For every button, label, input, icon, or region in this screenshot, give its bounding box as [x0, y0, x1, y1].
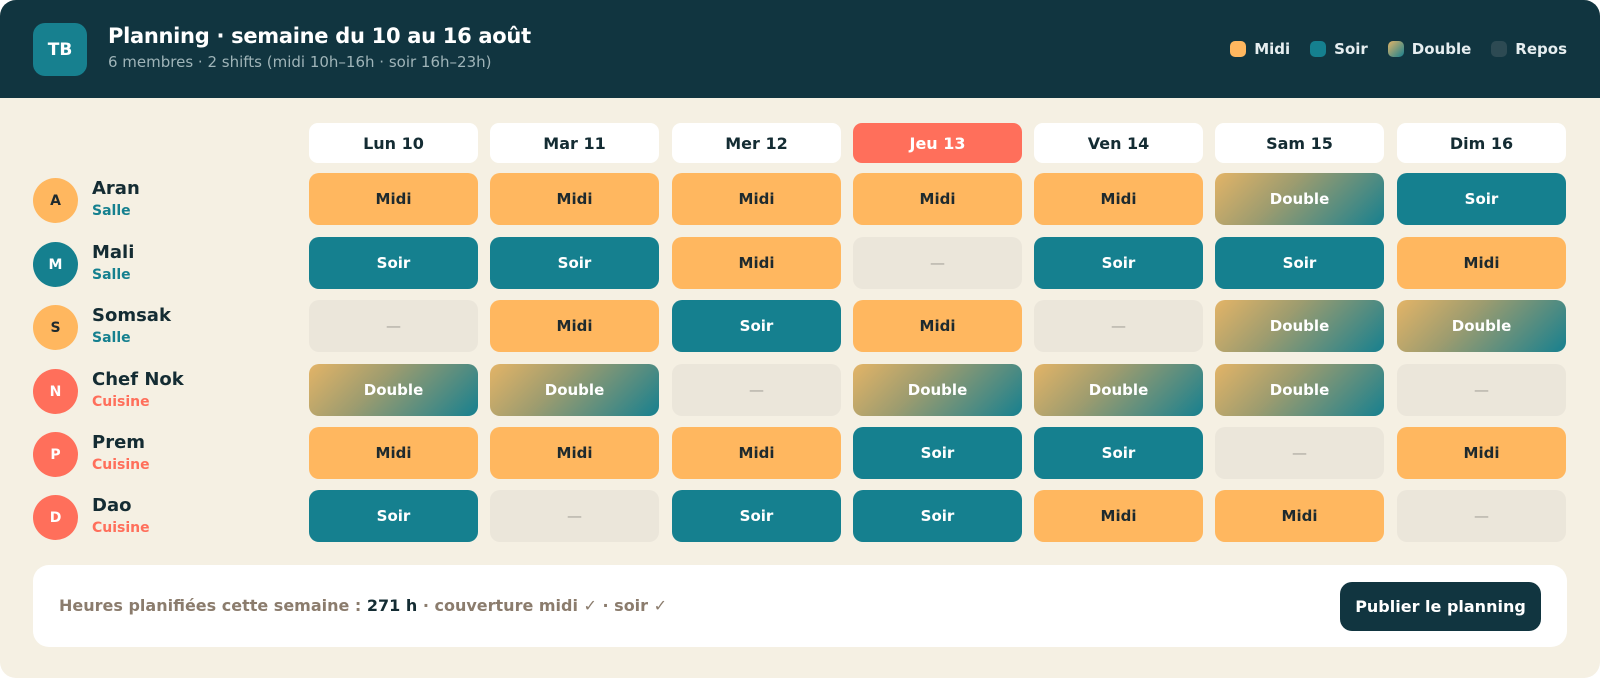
member-role: Salle	[92, 267, 131, 283]
page-title: Planning · semaine du 10 au 16 août	[108, 24, 531, 48]
shift-cell-soir[interactable]: Soir	[1397, 173, 1566, 225]
shift-cell-repos[interactable]: —	[1034, 300, 1203, 352]
shift-cell-double[interactable]: Double	[853, 364, 1022, 416]
coverage-summary: · couverture midi ✓ · soir ✓	[417, 596, 668, 615]
shift-cell-midi[interactable]: Midi	[490, 173, 659, 225]
legend-label-double: Double	[1411, 40, 1472, 58]
shift-cell-double[interactable]: Double	[1215, 173, 1384, 225]
member-role: Cuisine	[92, 394, 150, 410]
shift-cell-midi[interactable]: Midi	[672, 427, 841, 479]
legend-swatch-midi	[1230, 41, 1247, 57]
shift-cell-soir[interactable]: Soir	[672, 300, 841, 352]
shift-cell-midi[interactable]: Midi	[1215, 490, 1384, 542]
shift-cell-soir[interactable]: Soir	[309, 237, 478, 289]
member-role: Salle	[92, 203, 131, 219]
shift-cell-soir[interactable]: Soir	[853, 490, 1022, 542]
page-subtitle: 6 membres · 2 shifts (midi 10h–16h · soi…	[108, 53, 492, 71]
shift-cell-double[interactable]: Double	[1034, 364, 1203, 416]
member-row: D Dao Cuisine	[33, 491, 293, 543]
shift-cell-repos[interactable]: —	[309, 300, 478, 352]
shift-cell-repos[interactable]: —	[672, 364, 841, 416]
hours-total: 271 h	[366, 596, 418, 615]
legend-item-repos: Repos	[1491, 40, 1567, 58]
avatar: S	[33, 305, 78, 350]
member-name: Chef Nok	[92, 369, 184, 390]
shift-cell-soir[interactable]: Soir	[853, 427, 1022, 479]
team-logo: TB	[33, 23, 87, 76]
shift-cell-midi[interactable]: Midi	[672, 173, 841, 225]
shift-cell-double[interactable]: Double	[1215, 364, 1384, 416]
member-name: Dao	[92, 495, 132, 516]
shift-cell-midi[interactable]: Midi	[490, 300, 659, 352]
shift-cell-midi[interactable]: Midi	[853, 300, 1022, 352]
member-name: Mali	[92, 242, 135, 263]
shift-cell-midi[interactable]: Midi	[1397, 237, 1566, 289]
shift-cell-double[interactable]: Double	[1397, 300, 1566, 352]
avatar: N	[33, 369, 78, 414]
avatar: M	[33, 242, 78, 287]
shift-cell-repos[interactable]: —	[1397, 364, 1566, 416]
member-row: P Prem Cuisine	[33, 428, 293, 480]
legend-label-midi: Midi	[1254, 40, 1291, 58]
legend-swatch-repos	[1491, 41, 1508, 57]
shift-cell-soir[interactable]: Soir	[309, 490, 478, 542]
hours-summary: Heures planifiées cette semaine : 271 h …	[59, 596, 667, 615]
shift-cell-midi[interactable]: Midi	[1034, 173, 1203, 225]
shift-cell-soir[interactable]: Soir	[1034, 427, 1203, 479]
legend-item-double: Double	[1387, 40, 1472, 58]
member-role: Cuisine	[92, 520, 150, 536]
shift-cell-midi[interactable]: Midi	[1397, 427, 1566, 479]
day-header: Mar 11	[490, 123, 659, 163]
planning-card: TB Planning · semaine du 10 au 16 août 6…	[0, 0, 1600, 678]
shift-cell-midi[interactable]: Midi	[853, 173, 1022, 225]
day-header: Lun 10	[309, 123, 478, 163]
day-header: Jeu 13	[853, 123, 1022, 163]
shift-cell-midi[interactable]: Midi	[490, 427, 659, 479]
member-row: S Somsak Salle	[33, 301, 293, 353]
avatar: P	[33, 432, 78, 477]
member-row: N Chef Nok Cuisine	[33, 365, 293, 417]
publish-button[interactable]: Publier le planning	[1340, 582, 1541, 631]
shift-cell-soir[interactable]: Soir	[1034, 237, 1203, 289]
shift-cell-midi[interactable]: Midi	[309, 427, 478, 479]
shift-cell-midi[interactable]: Midi	[672, 237, 841, 289]
shift-cell-double[interactable]: Double	[309, 364, 478, 416]
shift-cell-midi[interactable]: Midi	[309, 173, 478, 225]
legend-item-midi: Midi	[1230, 40, 1290, 58]
header: TB Planning · semaine du 10 au 16 août 6…	[0, 0, 1600, 98]
day-header: Mer 12	[672, 123, 841, 163]
shift-cell-double[interactable]: Double	[490, 364, 659, 416]
shift-cell-repos[interactable]: —	[853, 237, 1022, 289]
legend: Midi Soir Double Repos	[1230, 38, 1567, 60]
shift-cell-midi[interactable]: Midi	[1034, 490, 1203, 542]
shift-cell-soir[interactable]: Soir	[490, 237, 659, 289]
member-name: Somsak	[92, 305, 171, 326]
avatar: A	[33, 178, 78, 223]
member-role: Cuisine	[92, 457, 150, 473]
shift-cell-double[interactable]: Double	[1215, 300, 1384, 352]
member-name: Prem	[92, 432, 146, 453]
avatar: D	[33, 495, 78, 540]
member-row: M Mali Salle	[33, 238, 293, 290]
member-row: A Aran Salle	[33, 174, 293, 226]
legend-swatch-soir	[1310, 41, 1327, 57]
shift-cell-repos[interactable]: —	[490, 490, 659, 542]
legend-swatch-double	[1387, 41, 1404, 57]
shift-cell-repos[interactable]: —	[1215, 427, 1384, 479]
shift-cell-soir[interactable]: Soir	[672, 490, 841, 542]
day-header: Dim 16	[1397, 123, 1566, 163]
shift-cell-soir[interactable]: Soir	[1215, 237, 1384, 289]
member-name: Aran	[92, 178, 140, 199]
shift-cell-repos[interactable]: —	[1397, 490, 1566, 542]
member-role: Salle	[92, 330, 131, 346]
legend-label-repos: Repos	[1515, 40, 1567, 58]
legend-item-soir: Soir	[1310, 40, 1368, 58]
legend-label-soir: Soir	[1334, 40, 1368, 58]
day-header: Sam 15	[1215, 123, 1384, 163]
hours-summary-prefix: Heures planifiées cette semaine :	[59, 596, 367, 615]
day-header: Ven 14	[1034, 123, 1203, 163]
footer: Heures planifiées cette semaine : 271 h …	[33, 565, 1567, 647]
